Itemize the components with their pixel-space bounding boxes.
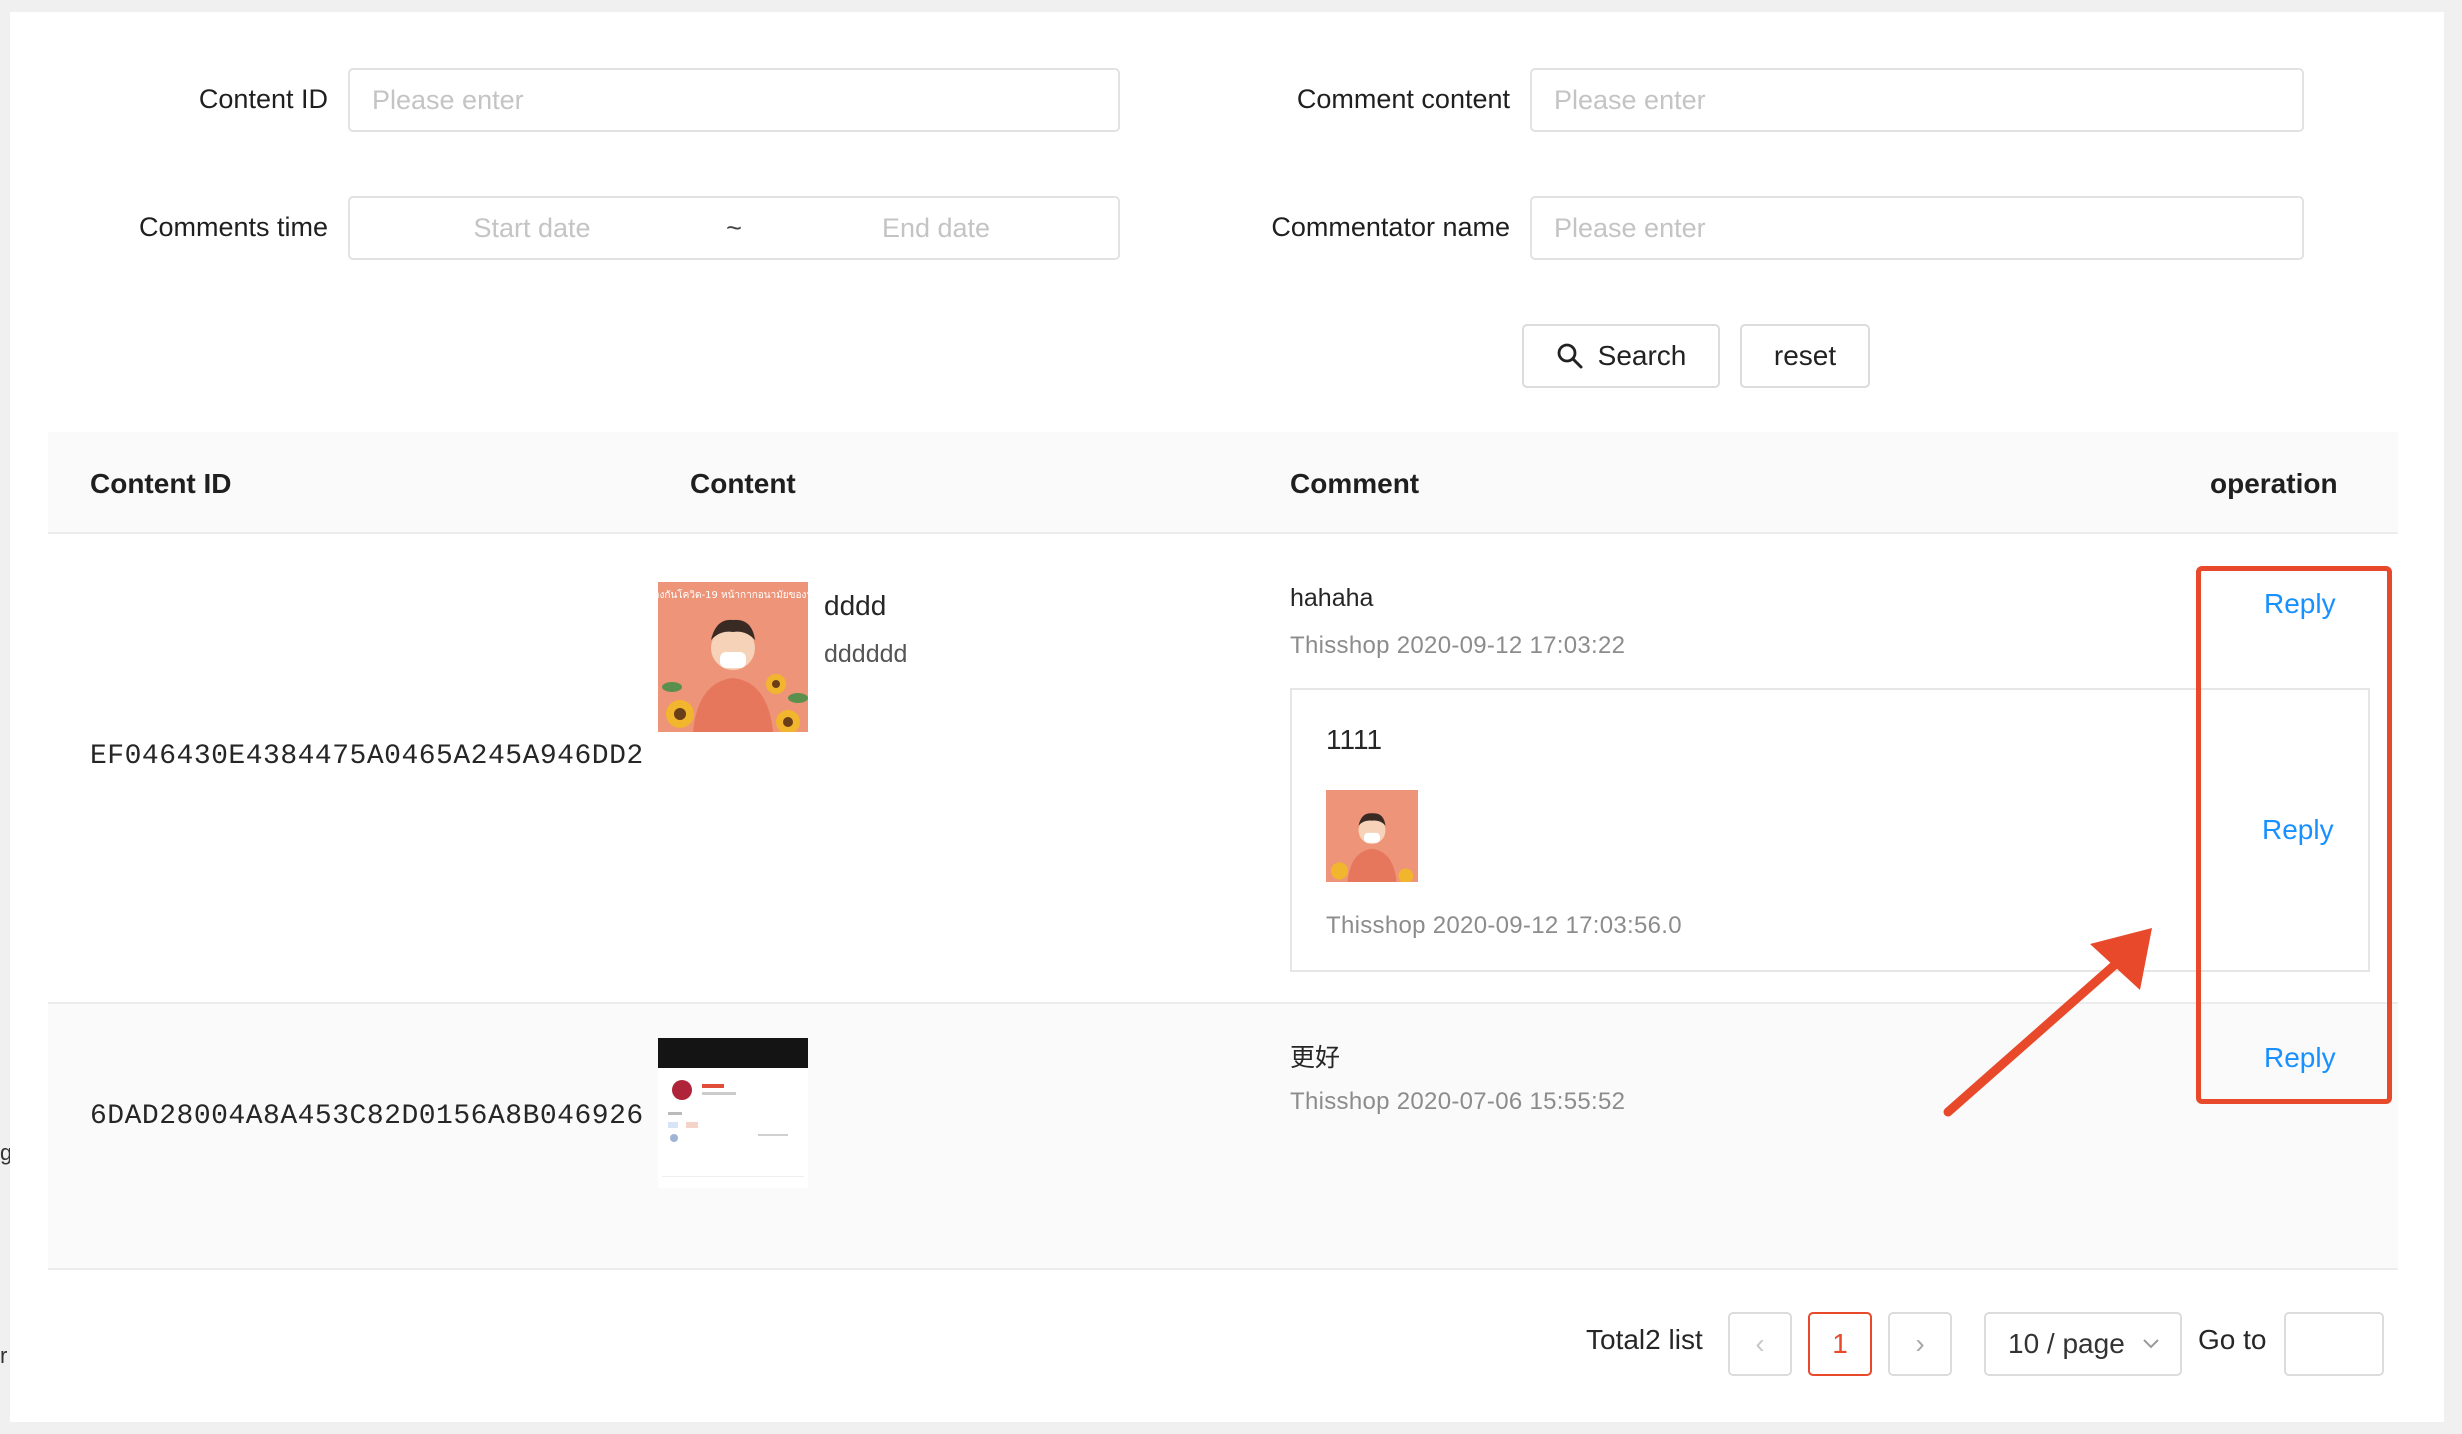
comments-time-label: Comments time (138, 212, 328, 242)
goto-label: Go to (2198, 1324, 2267, 1355)
reply-image-graphic (1326, 790, 1418, 882)
search-button-label: Search (1597, 340, 1687, 371)
pagination-prev-button[interactable]: ‹ (1728, 1312, 1792, 1376)
comment-content-label: Comment content (1296, 84, 1510, 114)
comment-text: hahaha (1290, 584, 1374, 612)
start-date-input[interactable]: Start date (350, 213, 714, 244)
edge-fragment: r (0, 1343, 8, 1368)
end-date-input[interactable]: End date (754, 213, 1118, 244)
table-row: 6DAD28004A8A453C82D0156A8B046926 更好 This… (48, 1004, 2398, 1270)
column-header-comment: Comment (1290, 468, 1420, 499)
page-size-select[interactable]: 10 / page (1984, 1312, 2182, 1376)
thumbnail-caption: ป้องกันโควิด-19 หน้ากากอนามัยของฟรี (658, 588, 808, 601)
reply-meta: Thisshop 2020-09-12 17:03:56.0 (1326, 912, 1682, 939)
reset-button-label: reset (1773, 340, 1837, 371)
chevron-down-icon (2143, 1339, 2159, 1349)
reset-button[interactable]: reset (1740, 324, 1870, 388)
comment-text: 更好 (1290, 1044, 1341, 1072)
content-thumbnail[interactable] (658, 1038, 808, 1188)
content-id-input[interactable] (348, 68, 1120, 132)
chevron-left-icon: ‹ (1755, 1328, 1765, 1359)
table-header: Content ID Content Comment operation (48, 432, 2398, 534)
column-header-content: Content (690, 468, 796, 499)
content-id-label: Content ID (198, 84, 328, 114)
column-header-content-id: Content ID (90, 468, 232, 499)
search-icon (1557, 343, 1583, 369)
content-id-cell: EF046430E4384475A0465A245A946DD2 (90, 741, 644, 772)
comment-meta: Thisshop 2020-07-06 15:55:52 (1290, 1088, 1626, 1115)
range-separator: ~ (726, 212, 742, 243)
table-row: EF046430E4384475A0465A245A946DD2 ป้องกัน… (48, 534, 2398, 1004)
commentator-name-input[interactable] (1530, 196, 2304, 260)
comments-time-range-picker[interactable]: Start date ~ End date (348, 196, 1120, 260)
page-size-value: 10 / page (2008, 1328, 2125, 1359)
pagination-page-1[interactable]: 1 (1808, 1312, 1872, 1376)
pagination-next-button[interactable]: › (1888, 1312, 1952, 1376)
chevron-right-icon: › (1915, 1328, 1925, 1359)
column-header-operation: operation (2210, 468, 2338, 499)
annotation-highlight-box (2196, 566, 2392, 1104)
pagination-page-number: 1 (1832, 1328, 1848, 1359)
content-title: dddd (824, 590, 887, 621)
reply-image[interactable] (1326, 790, 1418, 882)
content-id-cell: 6DAD28004A8A453C82D0156A8B046926 (90, 1101, 644, 1132)
content-thumbnail[interactable]: ป้องกันโควิด-19 หน้ากากอนามัยของฟรี (658, 582, 808, 732)
commentator-name-label: Commentator name (1271, 212, 1510, 242)
pagination-total: Total2 list (1586, 1324, 1703, 1355)
comment-content-input[interactable] (1530, 68, 2304, 132)
content-description: dddddd (824, 640, 908, 668)
content-image (658, 1038, 808, 1188)
comment-meta: Thisshop 2020-09-12 17:03:22 (1290, 632, 1626, 659)
reply-text: 1111 (1326, 724, 1383, 755)
goto-page-input[interactable] (2284, 1312, 2384, 1376)
search-button[interactable]: Search (1522, 324, 1720, 388)
content-image: ป้องกันโควิด-19 หน้ากากอนามัยของฟรี (658, 582, 808, 732)
